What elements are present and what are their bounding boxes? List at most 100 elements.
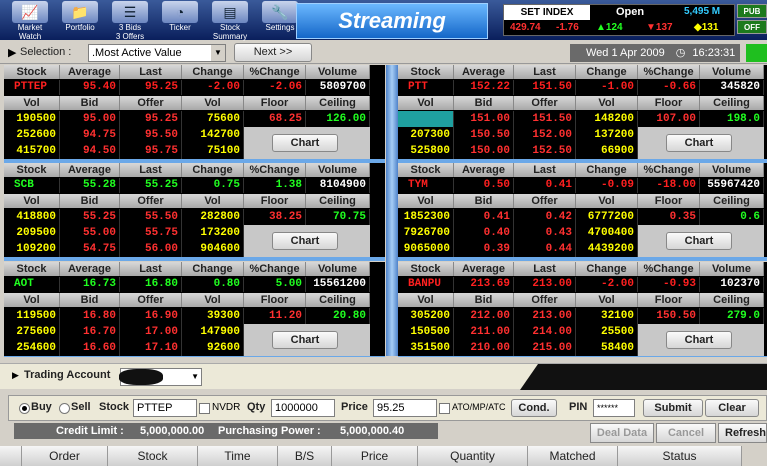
panel-separator <box>4 257 385 261</box>
expand-icon[interactable]: ▶ <box>12 370 19 381</box>
depth-cell: 55.50 <box>120 209 182 225</box>
sell-radio[interactable] <box>59 403 70 414</box>
depth-cell: 0.41 <box>454 209 514 225</box>
order-col-header[interactable]: Status <box>618 446 742 466</box>
stock-avg: 0.50 <box>454 178 514 193</box>
stock-last: 213.00 <box>514 277 576 292</box>
atomp-checkbox[interactable] <box>439 403 450 414</box>
col-header: Floor <box>638 96 700 110</box>
chart-button[interactable]: Chart <box>272 232 338 250</box>
chart-button[interactable]: Chart <box>666 232 732 250</box>
order-col-header[interactable]: B/S <box>278 446 332 466</box>
depth-cell: 275600 <box>4 324 60 340</box>
index-status: Open <box>616 6 645 18</box>
col-header: Bid <box>60 96 120 110</box>
chart-button[interactable]: Chart <box>666 134 732 152</box>
ceiling-value: 279.0 <box>700 308 764 324</box>
depth-cell: 55.75 <box>120 225 182 241</box>
col-header: Average <box>60 65 120 79</box>
stock-symbol[interactable]: PTTEP <box>4 80 60 95</box>
summary-icon: ▤ <box>212 1 248 23</box>
order-col-header[interactable]: Stock <box>108 446 198 466</box>
selection-bar: ▶ Selection : .Most Active Value ▼ Next … <box>0 42 767 64</box>
pub-button[interactable]: PUB <box>737 4 767 18</box>
col-header: Vol <box>4 293 60 307</box>
price-input[interactable]: 95.25 <box>373 399 437 417</box>
order-col-header[interactable]: Quantity <box>418 446 528 466</box>
stock-last: 0.41 <box>514 178 576 193</box>
off-button[interactable]: OFF <box>737 20 767 34</box>
col-header: Ceiling <box>700 194 764 208</box>
depth-cell: 54.75 <box>60 241 120 257</box>
portfolio-button[interactable]: 📁 Portfolio <box>58 0 102 40</box>
gauge-icon: ◔ <box>162 1 198 23</box>
chart-button[interactable]: Chart <box>272 134 338 152</box>
account-dropdown[interactable]: ▼ <box>119 368 202 386</box>
depth-cell: 415700 <box>4 143 60 159</box>
chart-button[interactable]: Chart <box>272 331 338 349</box>
clear-button[interactable]: Clear <box>705 399 759 417</box>
stock-symbol[interactable]: AOT <box>4 277 60 292</box>
stock-symbol[interactable]: TYM <box>398 178 454 193</box>
col-header: Stock <box>398 262 454 276</box>
col-header: Vol <box>398 293 454 307</box>
stock-chg: 0.75 <box>182 178 244 193</box>
stock-pct: 5.00 <box>244 277 306 292</box>
depth-cell: 904600 <box>182 241 244 257</box>
stock-pct: -18.00 <box>638 178 700 193</box>
cond-button[interactable]: Cond. <box>511 399 557 417</box>
order-col-header[interactable]: Time <box>198 446 278 466</box>
toolbar-label: 3 Bids <box>118 23 142 32</box>
stock-chg: -0.09 <box>576 178 638 193</box>
col-header: Average <box>60 163 120 177</box>
qty-input[interactable]: 1000000 <box>271 399 335 417</box>
stock-vol: 5809700 <box>306 80 370 95</box>
depth-cell: 148200 <box>576 111 638 127</box>
stock-panel-scb: Stock Average Last Change %Change Volume SCB 55… <box>4 163 385 257</box>
market-watch-button[interactable]: 📈 Market Watch <box>8 0 52 41</box>
depth-cell: 4439200 <box>576 241 638 257</box>
depth-cell: 152.50 <box>514 143 576 159</box>
chevron-down-icon[interactable]: ▼ <box>191 369 199 385</box>
col-header: Average <box>60 262 120 276</box>
stock-input[interactable]: PTTEP <box>133 399 197 417</box>
nvdr-checkbox[interactable] <box>199 403 210 414</box>
selection-dropdown[interactable]: .Most Active Value ▼ <box>88 44 226 62</box>
chevron-down-icon[interactable]: ▼ <box>211 45 225 61</box>
stock-summary-button[interactable]: ▤ Stock Summary <box>208 0 252 41</box>
next-button[interactable]: Next >> <box>234 43 312 62</box>
submit-button[interactable]: Submit <box>643 399 703 417</box>
col-header: Bid <box>60 293 120 307</box>
stock-symbol[interactable]: SCB <box>4 178 60 193</box>
pin-input[interactable]: ****** <box>593 399 635 417</box>
refresh-button[interactable]: Refresh <box>718 423 767 443</box>
ceiling-value: 70.75 <box>306 209 370 225</box>
col-header: Last <box>514 262 576 276</box>
cancel-button[interactable]: Cancel <box>656 423 716 443</box>
col-header: Stock <box>398 65 454 79</box>
chart-button[interactable]: Chart <box>666 331 732 349</box>
chart-area: Chart <box>244 225 370 257</box>
bids-icon: ☰ <box>112 1 148 23</box>
deal-data-button[interactable]: Deal Data <box>590 423 654 443</box>
depth-cell: 213.00 <box>514 308 576 324</box>
3-bids-3-offers-button[interactable]: ☰ 3 Bids 3 Offers <box>108 0 152 41</box>
stock-symbol[interactable]: PTT <box>398 80 454 95</box>
order-col-header[interactable]: Price <box>332 446 418 466</box>
price-label: Price <box>341 401 368 413</box>
col-header: Vol <box>4 194 60 208</box>
buy-radio[interactable] <box>19 403 30 414</box>
col-header: Offer <box>514 293 576 307</box>
floor-value: 0.35 <box>638 209 700 225</box>
order-col-header[interactable]: Matched <box>528 446 618 466</box>
stock-pct: 1.38 <box>244 178 306 193</box>
toolbar-label: 3 Offers <box>115 32 145 41</box>
floor-value: 38.25 <box>244 209 306 225</box>
stock-symbol[interactable]: BANPU <box>398 277 454 292</box>
expand-icon[interactable]: ▶ <box>8 46 16 59</box>
order-col-header[interactable]: Order <box>22 446 108 466</box>
col-header: Change <box>576 65 638 79</box>
ticker-button[interactable]: ◔ Ticker <box>158 0 202 40</box>
col-header: Stock <box>398 163 454 177</box>
col-header: Stock <box>4 65 60 79</box>
